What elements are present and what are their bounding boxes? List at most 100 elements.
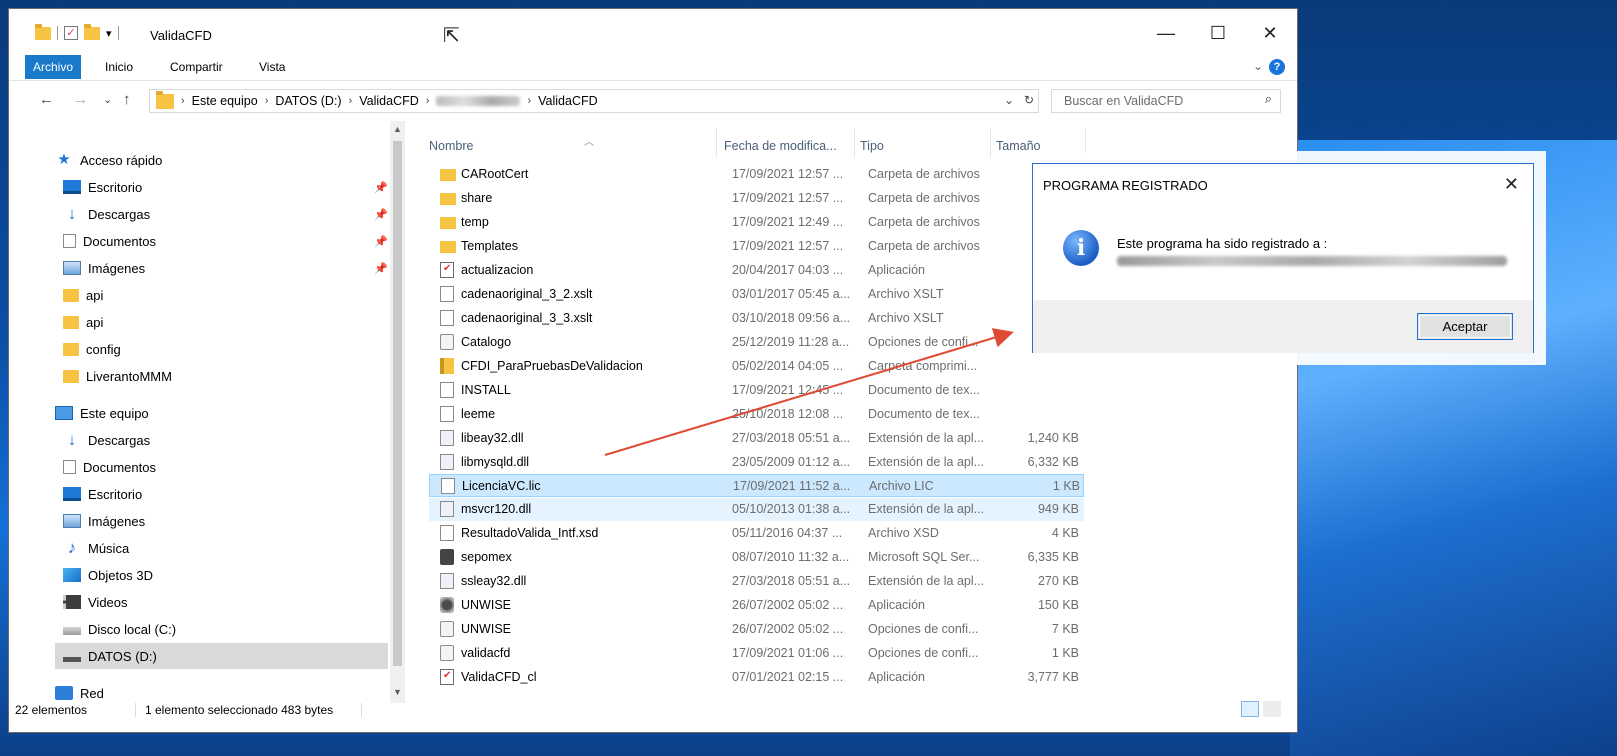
large-icons-view-icon[interactable] (1263, 701, 1281, 717)
file-row-temp[interactable]: temp 17/09/2021 12:49 ... Carpeta de arc… (429, 211, 1084, 234)
text-file-icon (440, 406, 454, 422)
column-divider[interactable] (854, 129, 855, 157)
pin-icon[interactable]: 📌 (374, 208, 388, 221)
folder-icon (63, 315, 79, 329)
properties-icon[interactable]: ✓ (64, 26, 78, 40)
help-icon[interactable]: ? (1269, 59, 1285, 75)
scroll-down-arrow-icon[interactable]: ▼ (393, 687, 402, 697)
search-input[interactable]: Buscar en ValidaCFD ⌕ (1051, 89, 1281, 113)
file-row-cfdi-parapruebas[interactable]: CFDI_ParaPruebasDeValidacion 05/02/2014 … (429, 355, 1084, 378)
minimize-button[interactable]: — (1154, 23, 1178, 44)
pin-icon[interactable]: 📌 (374, 181, 388, 194)
file-name: sepomex (461, 550, 512, 564)
file-row-ssleay32[interactable]: ssleay32.dll 27/03/2018 05:51 a... Exten… (429, 570, 1084, 593)
sidebar-item-api-2[interactable]: api (63, 309, 388, 335)
accept-button[interactable]: Aceptar (1417, 313, 1513, 340)
sidebar-item-config[interactable]: config (63, 336, 388, 362)
dialog-close-button[interactable]: ✕ (1504, 174, 1519, 195)
file-row-unwise-app[interactable]: UNWISE 26/07/2002 05:02 ... Aplicación 1… (429, 594, 1084, 617)
customize-toolbar-chevron-icon[interactable]: ▾ (106, 27, 112, 40)
tab-vista[interactable]: Vista (251, 55, 293, 79)
sidebar-item-musica[interactable]: ♪ Música (63, 535, 388, 561)
scroll-up-arrow-icon[interactable]: ▲ (393, 124, 402, 134)
sidebar-item-acceso-rapido[interactable]: ★ Acceso rápido (55, 147, 435, 173)
file-row-validacfd-ini[interactable]: validacfd 17/09/2021 01:06 ... Opciones … (429, 642, 1084, 665)
file-row-unwise-ini[interactable]: UNWISE 26/07/2002 05:02 ... Opciones de … (429, 618, 1084, 641)
status-divider (361, 703, 362, 717)
file-row-install[interactable]: INSTALL 17/09/2021 12:45 ... Documento d… (429, 379, 1084, 402)
file-row-carootcert[interactable]: CARootCert 17/09/2021 12:57 ... Carpeta … (429, 163, 1084, 186)
sidebar-item-liverantommm[interactable]: LiverantoMMM (63, 363, 388, 389)
details-view-icon[interactable] (1241, 701, 1259, 717)
tab-archivo[interactable]: Archivo (25, 55, 82, 79)
forward-arrow-icon[interactable]: → (73, 91, 88, 108)
sidebar-item-documentos[interactable]: Documentos 📌 (63, 228, 388, 254)
sidebar-item-objetos-3d[interactable]: Objetos 3D (63, 562, 388, 588)
dll-icon (440, 430, 454, 446)
sidebar-item-documentos-pc[interactable]: Documentos (63, 454, 388, 480)
up-arrow-icon[interactable]: ↑ (123, 91, 131, 108)
file-row-licenciavc[interactable]: LicenciaVC.lic 17/09/2021 11:52 a... Arc… (429, 474, 1084, 497)
column-divider[interactable] (716, 129, 717, 157)
column-header-type[interactable]: Tipo (860, 133, 990, 155)
sidebar-item-descargas-pc[interactable]: ↓ Descargas (63, 427, 388, 453)
file-row-actualizacion[interactable]: actualizacion 20/04/2017 04:03 ... Aplic… (429, 259, 1084, 282)
sidebar-item-imagenes-pc[interactable]: Imágenes (63, 508, 388, 534)
sidebar-item-disco-local-c[interactable]: Disco local (C:) (63, 616, 388, 642)
sidebar-item-label: Escritorio (88, 179, 143, 195)
file-row-libmysqld[interactable]: libmysqld.dll 23/05/2009 01:12 a... Exte… (429, 451, 1084, 474)
scrollbar-thumb[interactable] (393, 141, 402, 666)
pin-icon[interactable]: 📌 (374, 235, 388, 248)
crumb-este-equipo[interactable]: Este equipo (192, 94, 258, 108)
star-icon: ★ (57, 151, 71, 168)
sidebar-item-escritorio[interactable]: Escritorio 📌 (63, 174, 388, 200)
sidebar-item-imagenes[interactable]: Imágenes 📌 (63, 255, 388, 281)
column-header-size[interactable]: Tamaño (996, 133, 1076, 155)
crumb-datos-d[interactable]: DATOS (D:) (275, 94, 341, 108)
file-row-templates[interactable]: Templates 17/09/2021 12:57 ... Carpeta d… (429, 235, 1084, 258)
folder-icon (63, 342, 79, 356)
expand-ribbon-chevron-icon[interactable]: ⌄ (1253, 59, 1263, 73)
file-row-leeme[interactable]: leeme 25/10/2018 12:08 ... Documento de … (429, 403, 1084, 426)
file-row-validacfd-cl[interactable]: ValidaCFD_cl 07/01/2021 02:15 ... Aplica… (429, 666, 1084, 689)
file-date: 25/10/2018 12:08 ... (732, 407, 844, 421)
column-header-date[interactable]: Fecha de modifica... (724, 133, 854, 155)
sidebar-item-api[interactable]: api (63, 282, 388, 308)
maximize-button[interactable]: ☐ (1206, 23, 1230, 44)
file-row-msvcr120[interactable]: msvcr120.dll 05/10/2013 01:38 a... Exten… (429, 498, 1084, 521)
sidebar-item-videos[interactable]: Videos (63, 589, 388, 615)
file-row-cadenaoriginal-3-2[interactable]: cadenaoriginal_3_2.xslt 03/01/2017 05:45… (429, 283, 1084, 306)
file-row-catalogo[interactable]: Catalogo 25/12/2019 11:28 a... Opciones … (429, 331, 1084, 354)
tab-inicio[interactable]: Inicio (97, 55, 141, 79)
program-registered-dialog: PROGRAMA REGISTRADO ✕ i Este programa ha… (1032, 163, 1534, 353)
tab-compartir[interactable]: Compartir (162, 55, 231, 79)
navigation-scrollbar[interactable]: ▲ ▼ (390, 121, 405, 703)
new-folder-icon[interactable] (84, 23, 100, 40)
file-row-resultadovalida[interactable]: ResultadoValida_Intf.xsd 05/11/2016 04:3… (429, 522, 1084, 545)
crumb-redacted[interactable] (436, 96, 521, 106)
file-row-share[interactable]: share 17/09/2021 12:57 ... Carpeta de ar… (429, 187, 1084, 210)
column-divider[interactable] (1085, 129, 1086, 157)
recent-locations-chevron-icon[interactable]: ⌄ (103, 93, 112, 106)
file-row-cadenaoriginal-3-3[interactable]: cadenaoriginal_3_3.xslt 03/10/2018 09:56… (429, 307, 1084, 330)
close-button[interactable]: ✕ (1258, 23, 1282, 44)
refresh-icon[interactable]: ↻ (1024, 93, 1034, 107)
sidebar-item-escritorio-pc[interactable]: Escritorio (63, 481, 388, 507)
address-breadcrumb[interactable]: › Este equipo › DATOS (D:) › ValidaCFD ›… (149, 89, 1039, 113)
back-arrow-icon[interactable]: ← (39, 91, 54, 108)
column-header-name[interactable]: ︿ Nombre (429, 133, 719, 155)
crumb-validacfd-current[interactable]: ValidaCFD (538, 94, 598, 108)
sidebar-item-descargas[interactable]: ↓ Descargas 📌 (63, 201, 388, 227)
folder-icon (440, 169, 456, 181)
sidebar-item-label: Este equipo (80, 405, 149, 421)
file-row-sepomex[interactable]: sepomex 08/07/2010 11:32 a... Microsoft … (429, 546, 1084, 569)
application-icon (440, 669, 454, 685)
crumb-validacfd[interactable]: ValidaCFD (359, 94, 419, 108)
column-divider[interactable] (990, 129, 991, 157)
file-size: 6,332 KB (1027, 455, 1079, 469)
address-dropdown-chevron-icon[interactable]: ⌄ (1004, 93, 1014, 107)
sidebar-item-datos-d[interactable]: DATOS (D:) (55, 643, 388, 669)
sidebar-item-este-equipo[interactable]: Este equipo (55, 400, 435, 426)
file-row-libeay32[interactable]: libeay32.dll 27/03/2018 05:51 a... Exten… (429, 427, 1084, 450)
pin-icon[interactable]: 📌 (374, 262, 388, 275)
